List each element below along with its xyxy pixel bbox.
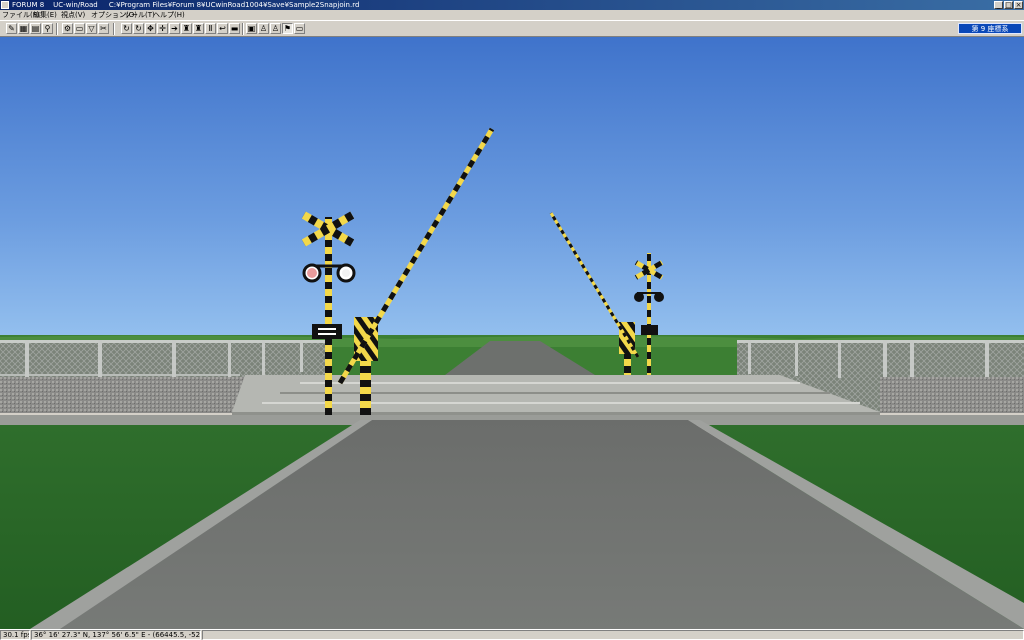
walk-icon[interactable]: ♙ bbox=[270, 23, 281, 34]
menu-help[interactable]: ヘルプ(H) bbox=[153, 10, 185, 20]
pause-icon[interactable]: Ⅱ bbox=[205, 23, 216, 34]
app-icon[interactable] bbox=[1, 1, 9, 9]
sky bbox=[0, 37, 1024, 342]
stand-icon[interactable]: ♙ bbox=[258, 23, 269, 34]
maximize-button[interactable]: □ bbox=[1004, 1, 1013, 9]
pan-icon[interactable]: ✛ bbox=[157, 23, 168, 34]
toolbar: ✎ ▦ ▤ ⚲ ⚙ ▭ ▽ ✂ ↻ ↻ ✥ ✛ ➔ ♜ ♜ Ⅱ ↩ ▬ ▣ ♙ … bbox=[0, 20, 1024, 37]
table-icon[interactable]: ▤ bbox=[30, 23, 41, 34]
person-icon[interactable]: ♜ bbox=[181, 23, 192, 34]
window-title: FORUM 8 UC-win/Road C:¥Program Files¥For… bbox=[12, 1, 360, 9]
grid-icon[interactable]: ▦ bbox=[18, 23, 29, 34]
camera-icon[interactable]: ▭ bbox=[294, 23, 305, 34]
close-button[interactable]: × bbox=[1014, 1, 1023, 9]
person-icon[interactable]: ♜ bbox=[193, 23, 204, 34]
back-icon[interactable]: ↩ bbox=[217, 23, 228, 34]
window-controls: _ □ × bbox=[994, 1, 1023, 9]
rotate-icon[interactable]: ↻ bbox=[133, 23, 144, 34]
coordinate-system-indicator[interactable]: 第 9 座標系 bbox=[958, 23, 1022, 34]
menu-view[interactable]: 視点(V) bbox=[61, 10, 85, 20]
pen-icon[interactable]: ✎ bbox=[6, 23, 17, 34]
3d-viewport[interactable] bbox=[0, 37, 1024, 629]
menu-edit[interactable]: 編集(E) bbox=[33, 10, 57, 20]
tool-icon[interactable]: ✂ bbox=[98, 23, 109, 34]
fps-readout: 30.1 fps bbox=[0, 630, 30, 640]
menu-tools[interactable]: ツール(T) bbox=[124, 10, 155, 20]
figure-icon[interactable]: ⚲ bbox=[42, 23, 53, 34]
status-panel bbox=[202, 630, 1024, 640]
signal-icon[interactable]: ▽ bbox=[86, 23, 97, 34]
title-bar: FORUM 8 UC-win/Road C:¥Program Files¥For… bbox=[0, 0, 1024, 10]
settings-icon[interactable]: ⚙ bbox=[62, 23, 73, 34]
menu-bar: ファイル(F) 編集(E) 視点(V) オプション(O) ツール(T) ヘルプ(… bbox=[0, 10, 1024, 20]
forward-icon[interactable]: ➔ bbox=[169, 23, 180, 34]
minimize-button[interactable]: _ bbox=[994, 1, 1003, 9]
toolbar-separator bbox=[56, 23, 58, 35]
status-bar: 30.1 fps 36° 16' 27.3" N, 137° 56' 6.5" … bbox=[0, 629, 1024, 640]
toolbar-separator bbox=[242, 23, 244, 35]
run-icon[interactable]: ⚑ bbox=[282, 23, 293, 34]
toolbar-separator bbox=[113, 23, 115, 35]
car-icon[interactable]: ▭ bbox=[74, 23, 85, 34]
move-icon[interactable]: ✥ bbox=[145, 23, 156, 34]
monitor-icon[interactable]: ▣ bbox=[246, 23, 257, 34]
minus-icon[interactable]: ▬ bbox=[229, 23, 240, 34]
position-readout: 36° 16' 27.3" N, 137° 56' 6.5" E - (6644… bbox=[31, 630, 201, 640]
rotate-icon[interactable]: ↻ bbox=[121, 23, 132, 34]
